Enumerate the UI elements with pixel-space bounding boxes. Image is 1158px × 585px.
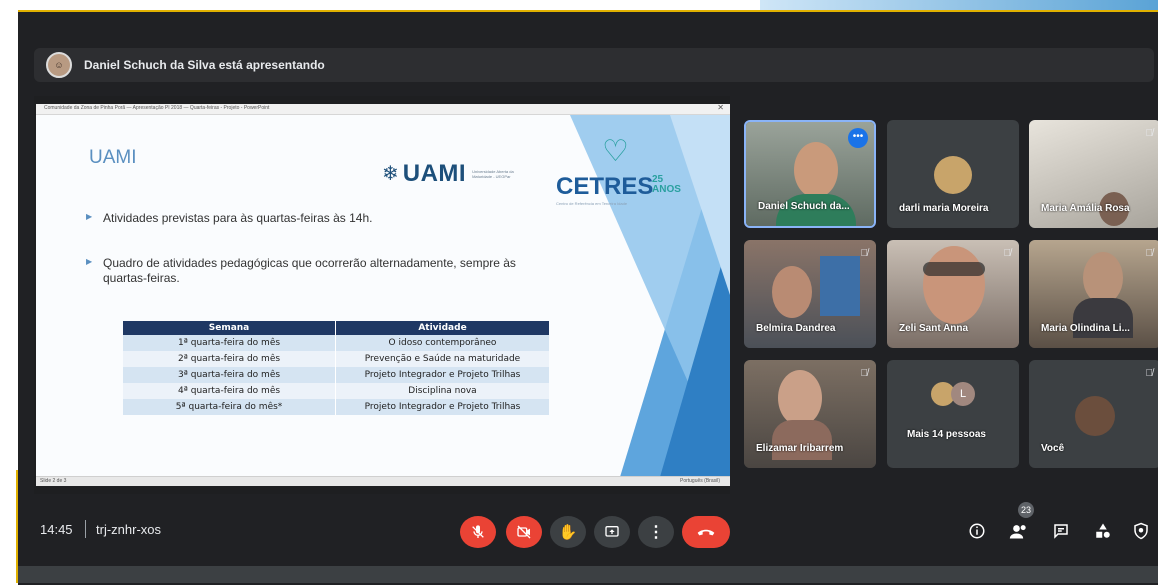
meeting-clock: 14:45 — [40, 522, 73, 537]
participant-tile-zeli[interactable]: 🎙̸ Zeli Sant Anna — [887, 240, 1019, 348]
participant-name: Belmira Dandrea — [756, 323, 836, 334]
table-row: 5ª quarta-feira do mês* Projeto Integrad… — [123, 399, 549, 415]
table-cell-activity: Projeto Integrador e Projeto Trilhas — [335, 399, 549, 415]
window-statusbar: Slide 2 de 3 Português (Brasil) — [36, 476, 730, 486]
table-cell-week: 4ª quarta-feira do mês — [123, 383, 336, 399]
mic-off-button[interactable] — [460, 516, 496, 548]
presenter-text: Daniel Schuch da Silva está apresentando — [84, 58, 325, 72]
mic-off-icon: 🎙̸ — [1145, 368, 1154, 379]
slide-counter: Slide 2 de 3 — [40, 478, 67, 484]
presenter-avatar: ☺ — [46, 52, 72, 78]
end-call-button[interactable] — [682, 516, 730, 548]
avatar — [934, 156, 972, 194]
more-options-icon: ⋮ — [648, 524, 664, 541]
participant-tile-elizamar[interactable]: 🎙̸ Elizamar Iribarrem — [744, 360, 876, 468]
mic-off-icon: 🎙̸ — [1145, 128, 1154, 139]
slide-bullet: Atividades previstas para às quartas-fei… — [86, 211, 543, 226]
host-controls-icon — [1134, 522, 1148, 540]
table-cell-week: 2ª quarta-feira do mês — [123, 351, 336, 367]
language-indicator: Português (Brasil) — [679, 478, 720, 484]
table-row: 1ª quarta-feira do mês O idoso contempor… — [123, 335, 549, 351]
raise-hand-icon: ✋ — [558, 524, 578, 541]
background-decoration-left — [0, 470, 19, 583]
table-row: 4ª quarta-feira do mês Disciplina nova — [123, 383, 549, 399]
participant-tile-darli[interactable]: darli maria Moreira — [887, 120, 1019, 228]
divider — [85, 520, 86, 538]
cetres-logo-subtitle: Centro de Referência em Terceira Idade — [556, 201, 628, 206]
activities-icon — [1096, 523, 1110, 538]
table-cell-week: 5ª quarta-feira do mês* — [123, 399, 336, 415]
present-screen-button[interactable] — [594, 516, 630, 548]
more-participants-tile[interactable]: L Mais 14 pessoas — [887, 360, 1019, 468]
table-cell-week: 1ª quarta-feira do mês — [123, 335, 336, 351]
uami-logo-icon: ❄ — [382, 163, 399, 185]
info-icon — [969, 523, 985, 539]
mic-off-icon — [472, 525, 484, 538]
slide-title: UAMI — [89, 147, 137, 168]
mic-off-icon: 🎙̸ — [860, 248, 869, 259]
table-cell-activity: Projeto Integrador e Projeto Trilhas — [335, 367, 549, 383]
info-button[interactable] — [964, 518, 990, 544]
meeting-controls-bar: 14:45 trj-znhr-xos ✋ ⋮ 23 — [18, 500, 1158, 566]
uami-logo-text: UAMI — [402, 160, 467, 187]
avatar-letter: L — [951, 382, 975, 406]
cetres-logo-years: 25 ANOS — [652, 174, 681, 195]
participant-name: Daniel Schuch da... — [758, 201, 850, 212]
participant-name: darli maria Moreira — [899, 203, 989, 214]
end-call-icon — [697, 529, 715, 536]
powerpoint-window: Comunidade da Zona de Pinha Porã — Apres… — [36, 103, 730, 486]
mic-off-icon: 🎙̸ — [1145, 248, 1154, 259]
slide: UAMI ❄ UAMI Universidade Aberta da Matur… — [36, 115, 730, 477]
camera-off-button[interactable] — [506, 516, 542, 548]
activities-button[interactable] — [1090, 518, 1116, 544]
presenter-banner: ☺ Daniel Schuch da Silva está apresentan… — [34, 48, 1154, 82]
table-cell-week: 3ª quarta-feira do mês — [123, 367, 336, 383]
table-cell-activity: Prevenção e Saúde na maturidade — [335, 351, 549, 367]
meeting-code: trj-znhr-xos — [96, 522, 162, 537]
chat-button[interactable] — [1048, 518, 1074, 544]
participant-name: Você — [1041, 443, 1065, 454]
slide-bullet: Quadro de atividades pedagógicas que oco… — [86, 256, 543, 286]
uami-logo: ❄ UAMI Universidade Aberta da Maturidade… — [382, 160, 522, 188]
participant-tile-daniel[interactable]: ••• Daniel Schuch da... — [744, 120, 876, 228]
participant-name: Elizamar Iribarrem — [756, 443, 844, 454]
table-row: 2ª quarta-feira do mês Prevenção e Saúde… — [123, 351, 549, 367]
uami-logo-subtitle: Universidade Aberta da Maturidade - UEGP… — [472, 168, 514, 179]
participant-tile-belmira[interactable]: 🎙̸ Belmira Dandrea — [744, 240, 876, 348]
table-cell-activity: Disciplina nova — [335, 383, 549, 399]
host-controls-button[interactable] — [1128, 518, 1154, 544]
mic-off-icon: 🎙̸ — [1003, 248, 1012, 259]
people-button[interactable] — [1006, 518, 1032, 544]
schedule-table: Semana Atividade 1ª quarta-feira do mês … — [123, 321, 549, 415]
more-participants-avatars: L — [887, 382, 1019, 406]
cetres-heart-icon: ♡ — [602, 135, 629, 168]
table-row: 3ª quarta-feira do mês Projeto Integrado… — [123, 367, 549, 383]
participant-name: Zeli Sant Anna — [899, 323, 969, 334]
close-icon[interactable]: ✕ — [717, 103, 724, 112]
table-header-activity: Atividade — [335, 321, 549, 335]
table-header-week: Semana — [123, 321, 336, 335]
avatar — [1075, 396, 1115, 436]
people-icon — [1009, 525, 1026, 539]
camera-off-icon — [517, 525, 531, 539]
raise-hand-button[interactable]: ✋ — [550, 516, 586, 548]
participant-name: Mais 14 pessoas — [907, 429, 986, 440]
window-titlebar: Comunidade da Zona de Pinha Porã — Apres… — [36, 103, 730, 115]
present-screen-icon — [605, 526, 619, 537]
participant-tile-maria-amalia[interactable]: 🎙̸ Maria Amália Rosa — [1029, 120, 1158, 228]
cetres-logo-text: CETRES — [556, 173, 654, 200]
table-cell-activity: O idoso contemporâneo — [335, 335, 549, 351]
participant-name: Maria Amália Rosa — [1041, 203, 1130, 214]
participant-name: Maria Olindina Li... — [1041, 323, 1130, 334]
more-options-icon[interactable]: ••• — [848, 128, 868, 148]
more-options-button[interactable]: ⋮ — [638, 516, 674, 548]
people-count-badge: 23 — [1018, 502, 1034, 518]
chat-icon — [1054, 524, 1068, 539]
cetres-logo: ♡ CETRES 25 ANOS Centro de Referência em… — [556, 137, 681, 209]
participant-tile-maria-olindina[interactable]: 🎙̸ Maria Olindina Li... — [1029, 240, 1158, 348]
footer-strip — [18, 566, 1158, 583]
mic-off-icon: 🎙̸ — [860, 368, 869, 379]
window-title: Comunidade da Zona de Pinha Porã — Apres… — [44, 105, 270, 111]
participant-tile-you[interactable]: 🎙̸ Você — [1029, 360, 1158, 468]
